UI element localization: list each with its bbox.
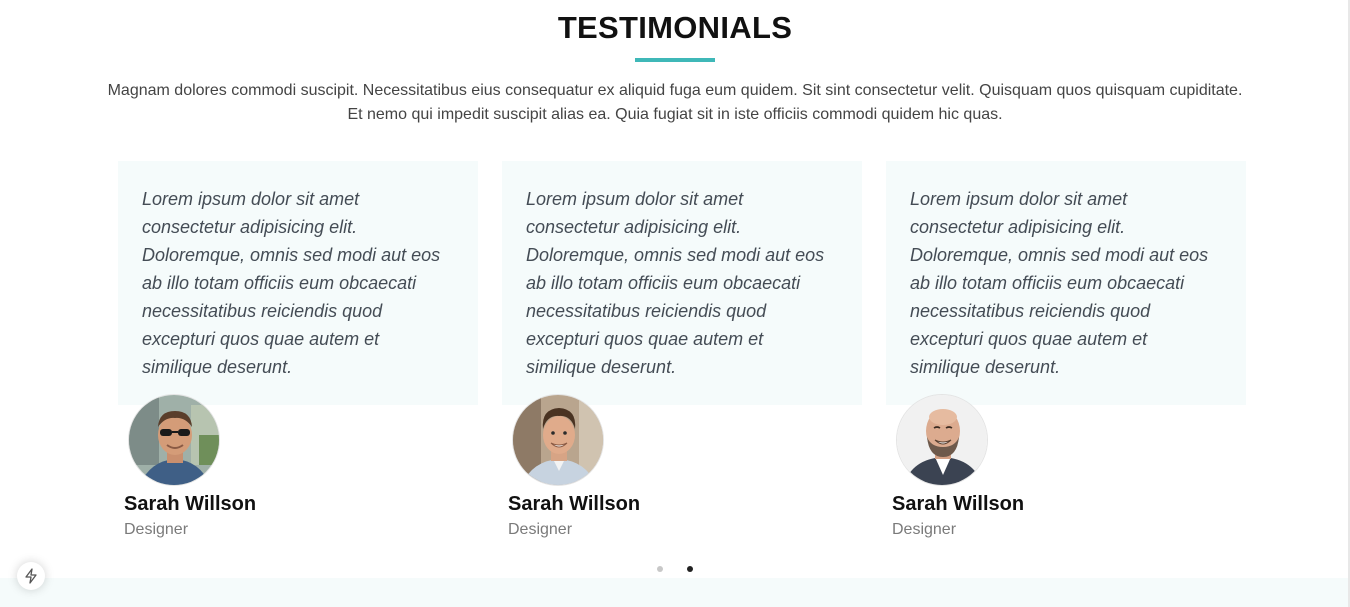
testimonial-card: Lorem ipsum dolor sit amet consectetur a… — [502, 161, 862, 538]
person-role: Designer — [124, 521, 189, 538]
section-title: TESTIMONIALS — [557, 10, 793, 45]
testimonial-quote: Lorem ipsum dolor sit amet consectetur a… — [910, 189, 1209, 377]
testimonial-quote-box: Lorem ipsum dolor sit amet consectetur a… — [886, 161, 1246, 405]
person-role: Designer — [892, 521, 957, 538]
person-name: Sarah Willson — [508, 493, 641, 515]
avatar — [896, 394, 988, 486]
person-role: Designer — [508, 521, 573, 538]
person-name: Sarah Willson — [124, 493, 257, 515]
testimonial-card: Lorem ipsum dolor sit amet consectetur a… — [886, 161, 1246, 538]
testimonial-quote-box: Lorem ipsum dolor sit amet consectetur a… — [502, 161, 862, 405]
section-description-line-1: Magnam dolores commodi suscipit. Necessi… — [107, 82, 1243, 99]
carousel-dot-1[interactable] — [657, 566, 663, 572]
testimonials-page: TESTIMONIALS Magnam dolores commodi susc… — [0, 0, 1350, 607]
lightning-bolt-icon — [25, 568, 37, 584]
section-description-line-2: Et nemo qui impedit suscipit alias ea. Q… — [347, 106, 1003, 123]
avatar — [128, 394, 220, 486]
section-description: Magnam dolores commodi suscipit. Necessi… — [90, 79, 1260, 127]
testimonial-quote: Lorem ipsum dolor sit amet consectetur a… — [142, 189, 441, 377]
floating-action-button[interactable] — [17, 562, 45, 590]
man-with-sunglasses-photo — [129, 395, 219, 485]
testimonial-card: Lorem ipsum dolor sit amet consectetur a… — [118, 161, 478, 538]
smiling-man-photo — [513, 395, 603, 485]
carousel-dot-2-active[interactable] — [687, 566, 693, 572]
bald-bearded-man-photo — [897, 395, 987, 485]
testimonial-quote: Lorem ipsum dolor sit amet consectetur a… — [526, 189, 825, 377]
testimonial-quote-box: Lorem ipsum dolor sit amet consectetur a… — [118, 161, 478, 405]
next-section-band — [0, 578, 1348, 607]
carousel-pagination — [656, 566, 696, 574]
title-underline — [635, 58, 715, 62]
avatar — [512, 394, 604, 486]
person-name: Sarah Willson — [892, 493, 1025, 515]
